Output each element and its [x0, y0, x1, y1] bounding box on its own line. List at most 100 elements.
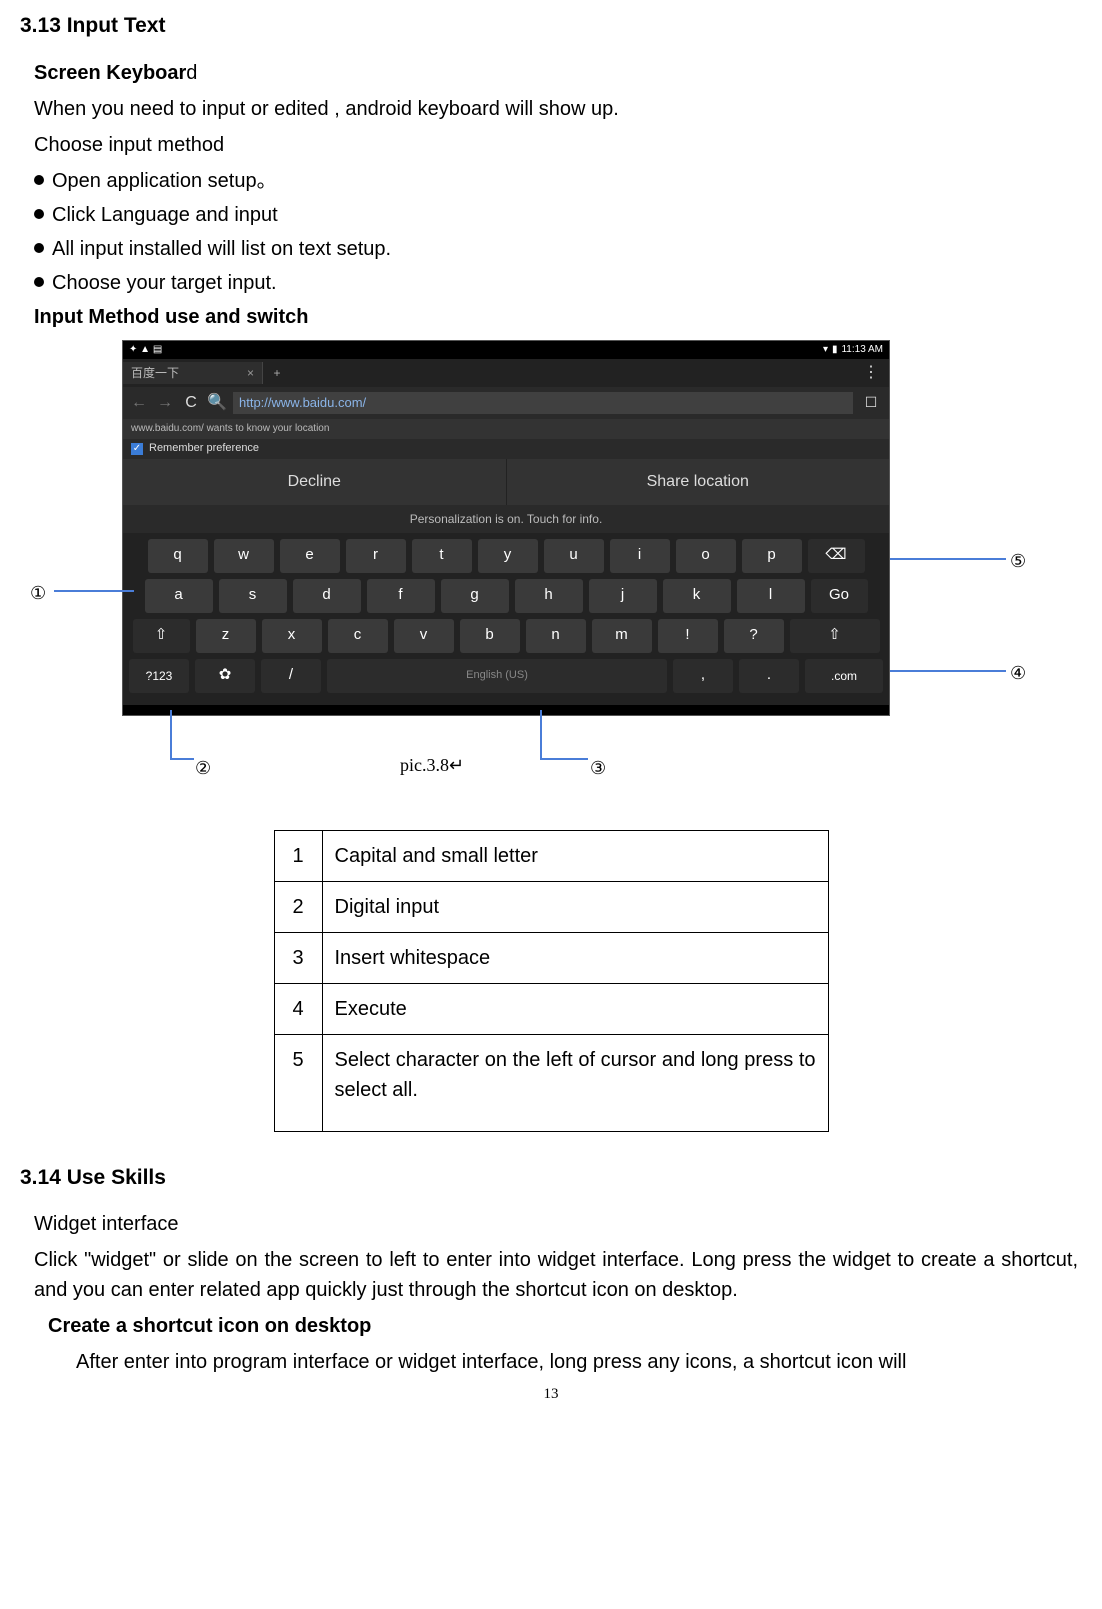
forward-icon[interactable]: →	[155, 391, 175, 415]
key-z[interactable]: z	[196, 619, 256, 653]
screen-keyboard-heading: Screen Keyboard	[20, 58, 1082, 88]
key-j[interactable]: j	[589, 579, 657, 613]
key-d[interactable]: d	[293, 579, 361, 613]
key-w[interactable]: w	[214, 539, 274, 573]
bullet-3-text: All input installed will list on text se…	[52, 234, 391, 264]
key-r[interactable]: r	[346, 539, 406, 573]
key-o[interactable]: o	[676, 539, 736, 573]
checkbox-icon[interactable]: ✓	[131, 443, 143, 455]
close-icon[interactable]: ×	[247, 364, 254, 382]
key-excl[interactable]: !	[658, 619, 718, 653]
backspace-key[interactable]: ⌫	[808, 539, 865, 573]
status-right: ▾ ▮ 11:13 AM	[823, 342, 883, 357]
space-key[interactable]: English (US)	[327, 659, 667, 693]
dot-key[interactable]: .	[739, 659, 799, 693]
key-k[interactable]: k	[663, 579, 731, 613]
callout-1: ①	[30, 580, 46, 607]
status-left-icons: ✦ ▲ ▤	[129, 342, 162, 357]
keyboard: q w e r t y u i o p ⌫ a s d f g h j k	[123, 533, 889, 705]
keyboard-row-2: a s d f g h j k l Go	[129, 579, 883, 613]
slash-key[interactable]: /	[261, 659, 321, 693]
new-tab-button[interactable]: +	[263, 364, 291, 382]
callout-2: ②	[195, 755, 211, 782]
legend-text-5: Select character on the left of cursor a…	[322, 1034, 828, 1131]
callout-1-line	[54, 590, 134, 592]
table-row: 2 Digital input	[274, 881, 828, 932]
key-b[interactable]: b	[460, 619, 520, 653]
key-q[interactable]: q	[148, 539, 208, 573]
location-request-bar: www.baidu.com/ wants to know your locati…	[123, 419, 889, 439]
decline-button[interactable]: Decline	[123, 459, 507, 505]
status-bar: ✦ ▲ ▤ ▾ ▮ 11:13 AM	[123, 341, 889, 359]
numeric-key[interactable]: ?123	[129, 659, 189, 693]
key-e[interactable]: e	[280, 539, 340, 573]
key-y[interactable]: y	[478, 539, 538, 573]
comma-key[interactable]: ,	[673, 659, 733, 693]
remember-pref-row: ✓ Remember preference	[123, 439, 889, 459]
key-n[interactable]: n	[526, 619, 586, 653]
wifi-icon: ▾	[823, 342, 828, 357]
key-f[interactable]: f	[367, 579, 435, 613]
heading-313: 3.13 Input Text	[20, 10, 1082, 42]
callout-3: ③	[590, 755, 606, 782]
table-row: 4 Execute	[274, 983, 828, 1034]
screen-keyboard-tail: d	[186, 62, 197, 84]
body-line-2: Choose input method	[20, 130, 1082, 160]
key-u[interactable]: u	[544, 539, 604, 573]
keyboard-row-4: ?123 ✿ / English (US) , . .com	[129, 659, 883, 693]
browser-tabbar: 百度一下 × + ⋮	[123, 359, 889, 387]
key-m[interactable]: m	[592, 619, 652, 653]
clock: 11:13 AM	[841, 342, 883, 357]
browser-tab[interactable]: 百度一下 ×	[123, 362, 263, 384]
key-question[interactable]: ?	[724, 619, 784, 653]
key-t[interactable]: t	[412, 539, 472, 573]
bookmark-icon[interactable]: ☐	[859, 392, 883, 413]
legend-text-3: Insert whitespace	[322, 932, 828, 983]
bullet-icon	[34, 175, 44, 185]
key-v[interactable]: v	[394, 619, 454, 653]
dotcom-key[interactable]: .com	[805, 659, 883, 693]
callout-5-label: ⑤	[1010, 551, 1026, 571]
shift-key-left[interactable]: ⇧	[133, 619, 190, 653]
callout-2-label: ②	[195, 758, 211, 778]
shortcut-body: After enter into program interface or wi…	[20, 1347, 1082, 1377]
key-h[interactable]: h	[515, 579, 583, 613]
table-row: 5 Select character on the left of cursor…	[274, 1034, 828, 1131]
keyboard-row-1: q w e r t y u i o p ⌫	[129, 539, 883, 573]
personalization-banner[interactable]: Personalization is on. Touch for info.	[123, 505, 889, 533]
back-icon[interactable]: ←	[129, 391, 149, 415]
key-c[interactable]: c	[328, 619, 388, 653]
bullet-3: All input installed will list on text se…	[20, 234, 1082, 264]
bullet-4-text: Choose your target input.	[52, 268, 277, 298]
legend-num-4: 4	[274, 983, 322, 1034]
go-key[interactable]: Go	[811, 579, 868, 613]
key-l[interactable]: l	[737, 579, 805, 613]
callout-5: ⑤	[1010, 548, 1026, 575]
key-g[interactable]: g	[441, 579, 509, 613]
key-s[interactable]: s	[219, 579, 287, 613]
key-p[interactable]: p	[742, 539, 802, 573]
battery-icon: ▮	[832, 342, 838, 357]
shortcut-heading: Create a shortcut icon on desktop	[20, 1311, 1082, 1341]
body-line-1: When you need to input or edited , andro…	[20, 94, 1082, 124]
callout-3-line-h	[540, 758, 588, 760]
share-location-button[interactable]: Share location	[507, 459, 890, 505]
reload-icon[interactable]: C	[181, 391, 201, 415]
shift-key-right[interactable]: ⇧	[790, 619, 880, 653]
page-number: 13	[20, 1383, 1082, 1406]
callout-3-line-v	[540, 710, 542, 758]
settings-key[interactable]: ✿	[195, 659, 255, 693]
key-i[interactable]: i	[610, 539, 670, 573]
legend-table: 1 Capital and small letter 2 Digital inp…	[274, 830, 829, 1132]
key-a[interactable]: a	[145, 579, 213, 613]
key-x[interactable]: x	[262, 619, 322, 653]
location-choice-bar: Decline Share location	[123, 459, 889, 505]
callout-4-line	[890, 670, 1006, 672]
phone-screenshot: ✦ ▲ ▤ ▾ ▮ 11:13 AM 百度一下 × + ⋮ ← → C 🔍 ht…	[122, 340, 890, 716]
menu-icon[interactable]: ⋮	[863, 365, 889, 381]
url-field[interactable]: http://www.baidu.com/	[233, 392, 853, 414]
bullet-2-text: Click Language and input	[52, 200, 278, 230]
bullet-icon	[34, 277, 44, 287]
legend-num-2: 2	[274, 881, 322, 932]
heading-314: 3.14 Use Skills	[20, 1162, 1082, 1194]
